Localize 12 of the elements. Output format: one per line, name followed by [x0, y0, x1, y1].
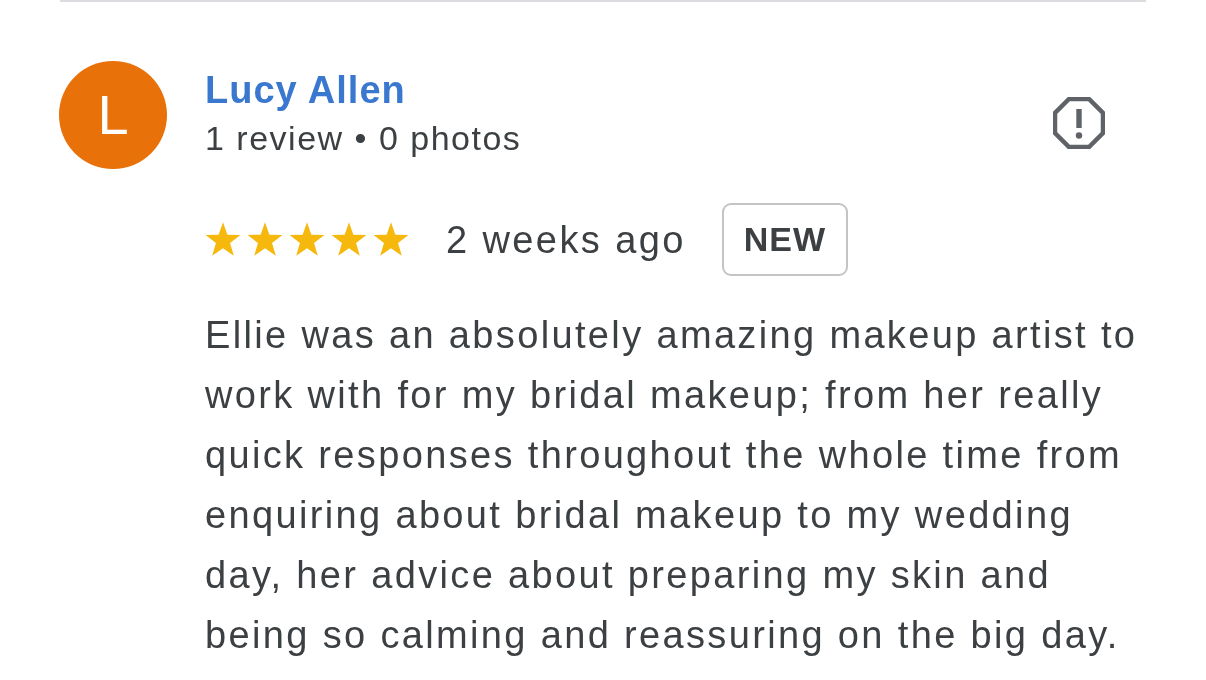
review-time: 2 weeks ago [446, 217, 686, 263]
star-icon [373, 222, 409, 257]
star-icon [289, 222, 325, 257]
star-icon [331, 222, 367, 257]
report-icon[interactable] [1053, 97, 1105, 149]
star-icon [205, 222, 241, 257]
avatar-initial: L [97, 87, 129, 143]
star-icon [247, 222, 283, 257]
reviewer-name-link[interactable]: Lucy Allen [205, 67, 406, 113]
reviewer-stats: 1 review • 0 photos [205, 118, 522, 159]
review-text: Ellie was an absolutely amazing makeup artist to work with for my bridal makeup; from her really quick responses throughout the whole time from enquiring about bridal makeup to my wedding day, her advice about preparing my skin and being so calming and reassuring on the big day. [205, 313, 1139, 658]
new-badge: NEW [721, 203, 849, 276]
